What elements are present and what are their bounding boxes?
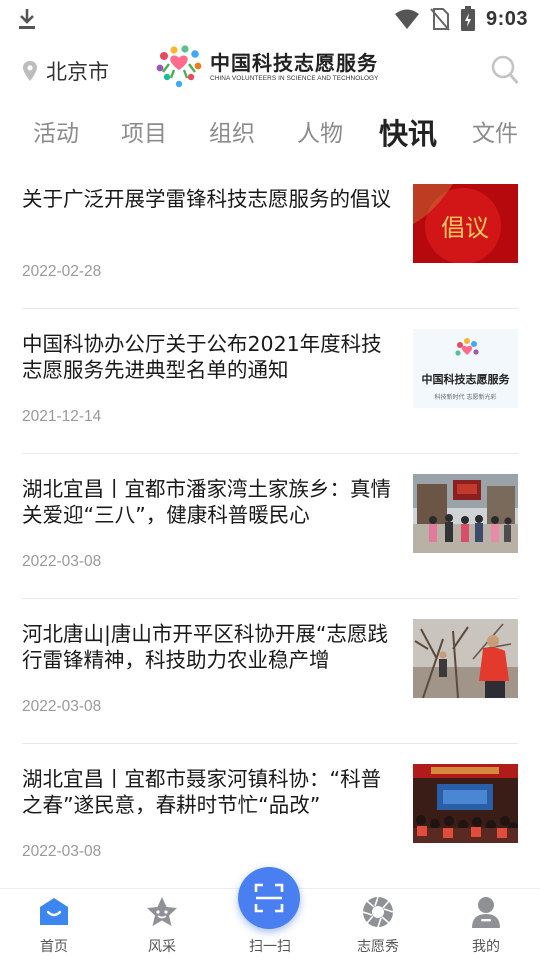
no-sim-icon <box>430 8 450 31</box>
app-header: 北京市 中国科技志愿服务 CHINA VOLUNTEERS IN SCIENCE… <box>0 40 540 100</box>
logo-title: 中国科技志愿服务 <box>210 50 378 75</box>
user-icon <box>472 897 500 928</box>
tab-projects[interactable]: 项目 <box>121 108 167 160</box>
nav-style[interactable]: 风采 <box>108 889 216 960</box>
news-title: 关于广泛开展学雷锋科技志愿服务的倡议 <box>22 187 391 211</box>
thumb-text: 倡议 <box>441 214 489 242</box>
news-title: 湖北宜昌丨宜都市潘家湾土家族乡：真情关爱迎“三八”，健康科普暖民心 <box>22 477 391 527</box>
location-selector[interactable]: 北京市 <box>22 56 109 86</box>
home-icon <box>40 898 68 925</box>
tab-news[interactable]: 快讯 <box>379 108 437 160</box>
status-bar: 9:03 <box>0 0 540 38</box>
tab-activity[interactable]: 活动 <box>33 108 79 160</box>
news-list: 关于广泛开展学雷锋科技志愿服务的倡议 2022-02-28 倡议 中国科协办公厅… <box>22 164 518 889</box>
scan-button[interactable] <box>238 867 300 929</box>
news-item[interactable]: 中国科协办公厅关于公布2021年度科技志愿服务先进典型名单的通知 2021-12… <box>22 309 518 454</box>
star-icon <box>147 897 177 926</box>
news-thumbnail: 倡议 <box>413 184 518 263</box>
news-item[interactable]: 河北唐山|唐山市开平区科协开展“志愿践行雷锋精神，科技助力农业稳产增 2022-… <box>22 599 518 744</box>
news-title: 河北唐山|唐山市开平区科协开展“志愿践行雷锋精神，科技助力农业稳产增 <box>22 622 389 672</box>
news-title: 湖北宜昌丨宜都市聂家河镇科协：“科普之春”遂民意，春耕时节忙“品改” <box>22 767 382 817</box>
camera-shutter-icon <box>362 896 394 928</box>
nav-home[interactable]: 首页 <box>0 889 108 960</box>
location-text: 北京市 <box>46 60 109 84</box>
nav-volunteer-show[interactable]: 志愿秀 <box>324 889 432 960</box>
news-thumbnail: 中国科技志愿服务 科技新时代 志愿新光彩 <box>413 329 518 408</box>
nav-profile[interactable]: 我的 <box>432 889 540 960</box>
location-pin-icon <box>23 61 37 81</box>
category-tabs: 活动 项目 组织 人物 快讯 文件 <box>0 108 540 164</box>
download-icon <box>19 9 35 29</box>
logo-emblem-icon <box>156 45 202 88</box>
nav-label: 首页 <box>40 939 68 955</box>
logo-subtitle: CHINA VOLUNTEERS IN SCIENCE AND TECHNOLO… <box>210 74 379 82</box>
nav-label: 扫一扫 <box>249 939 291 955</box>
nav-label: 志愿秀 <box>357 939 399 955</box>
search-icon[interactable] <box>490 54 520 86</box>
thumb-subtext: 科技新时代 志愿新光彩 <box>435 393 497 401</box>
nav-label: 风采 <box>148 939 176 955</box>
thumb-text: 中国科技志愿服务 <box>422 372 511 386</box>
news-thumbnail <box>413 619 518 698</box>
nav-label: 我的 <box>472 939 500 955</box>
tab-files[interactable]: 文件 <box>472 108 518 160</box>
news-thumbnail <box>413 764 518 843</box>
news-date: 2022-03-08 <box>22 698 102 715</box>
news-date: 2022-02-28 <box>22 263 102 280</box>
news-item[interactable]: 湖北宜昌丨宜都市潘家湾土家族乡：真情关爱迎“三八”，健康科普暖民心 2022-0… <box>22 454 518 599</box>
news-thumbnail <box>413 474 518 553</box>
tab-people[interactable]: 人物 <box>297 108 343 160</box>
status-time: 9:03 <box>485 7 528 30</box>
scan-icon <box>254 883 284 913</box>
news-item[interactable]: 关于广泛开展学雷锋科技志愿服务的倡议 2022-02-28 倡议 <box>22 164 518 309</box>
battery-charging-icon <box>460 6 475 31</box>
tab-organizations[interactable]: 组织 <box>209 108 255 160</box>
news-date: 2021-12-14 <box>22 408 102 425</box>
news-date: 2022-03-08 <box>22 553 102 570</box>
news-title: 中国科协办公厅关于公布2021年度科技志愿服务先进典型名单的通知 <box>22 332 382 382</box>
app-logo: 中国科技志愿服务 CHINA VOLUNTEERS IN SCIENCE AND… <box>154 44 379 90</box>
wifi-icon <box>394 9 419 29</box>
news-date: 2022-03-08 <box>22 843 102 860</box>
